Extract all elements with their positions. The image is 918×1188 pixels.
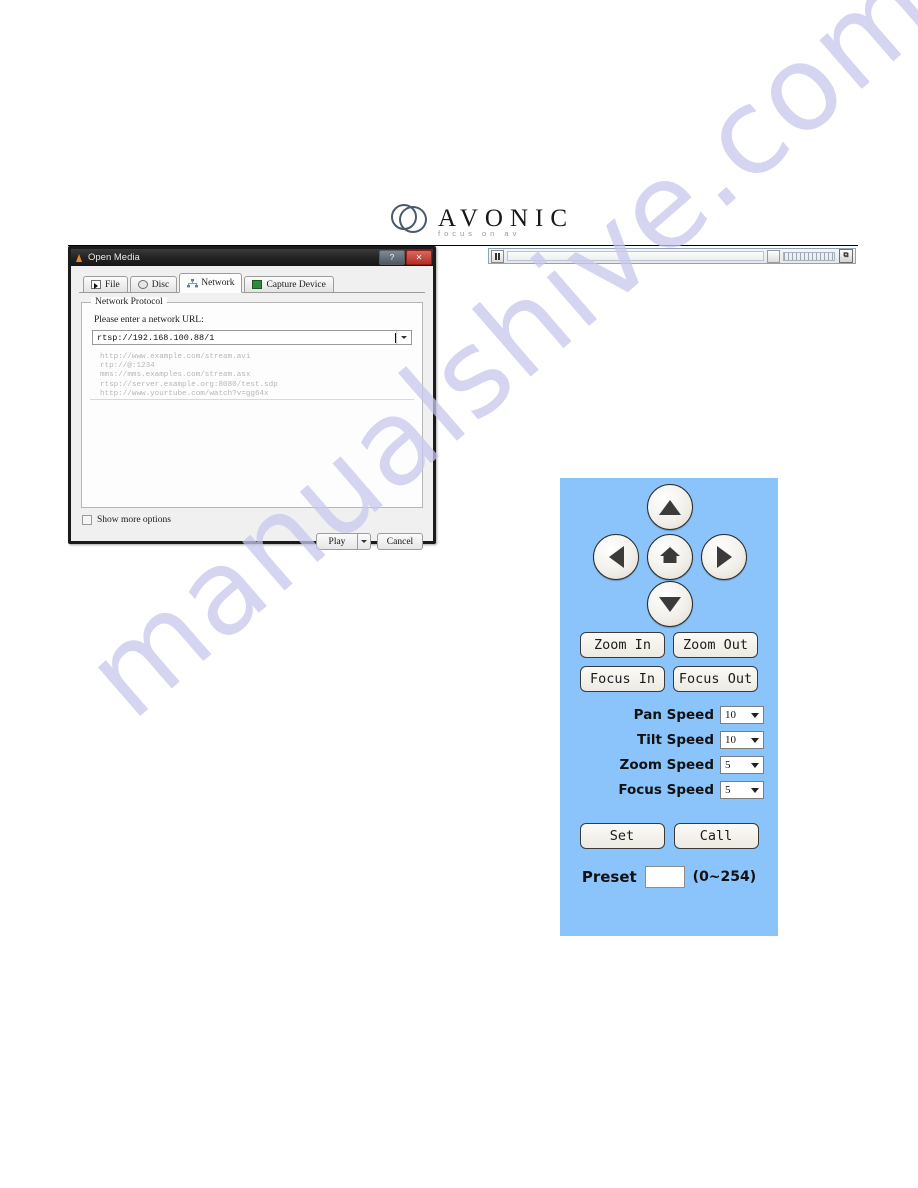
group-spacer: [90, 399, 414, 500]
interlocking-rings-icon: [390, 203, 427, 233]
preset-row: Preset (0~254): [560, 866, 778, 888]
chevron-down-icon[interactable]: [396, 331, 411, 344]
focus-speed-label: Focus Speed: [618, 782, 714, 798]
pan-left-button[interactable]: [593, 534, 639, 580]
tab-disc-label: Disc: [151, 279, 170, 290]
tilt-speed-value: 10: [725, 734, 736, 746]
tab-disc[interactable]: Disc: [129, 276, 178, 292]
help-button[interactable]: ?: [379, 250, 405, 265]
dialog-title: Open Media: [88, 252, 140, 263]
seek-slider[interactable]: [507, 251, 764, 261]
network-protocol-group: Network Protocol Please enter a network …: [81, 297, 423, 508]
volume-slider[interactable]: [783, 251, 835, 261]
focus-speed-select[interactable]: 5: [720, 781, 764, 799]
fullscreen-button[interactable]: ⧉: [839, 249, 853, 263]
ptz-control-panel: Zoom In Zoom Out Focus In Focus Out Pan …: [560, 478, 778, 936]
close-button[interactable]: ✕: [406, 250, 432, 265]
open-media-dialog: Open Media ? ✕ File Disc Network Capture…: [68, 246, 436, 550]
disc-icon: [137, 280, 148, 289]
url-example: rtsp://server.example.org:8080/test.sdp: [100, 380, 278, 389]
capture-device-icon: [252, 280, 263, 289]
zoom-speed-row: Zoom Speed 5: [560, 756, 764, 774]
page-watermark: manualshive.com: [0, 0, 918, 1188]
chevron-down-icon: [751, 787, 759, 793]
pan-right-button[interactable]: [701, 534, 747, 580]
focus-speed-value: 5: [725, 784, 731, 796]
url-example: rtp://@:1234: [100, 362, 155, 371]
show-more-options-checkbox[interactable]: [82, 515, 92, 525]
tilt-speed-row: Tilt Speed 10: [560, 731, 764, 749]
pan-speed-label: Pan Speed: [633, 707, 714, 723]
triangle-up-icon: [659, 499, 681, 515]
preset-range-hint: (0~254): [692, 869, 757, 885]
pan-speed-select[interactable]: 10: [720, 706, 764, 724]
tilt-speed-label: Tilt Speed: [637, 732, 714, 748]
mute-icon[interactable]: [767, 249, 780, 263]
avonic-logo: AVONIC focus on av: [390, 203, 574, 238]
chevron-down-icon: [751, 712, 759, 718]
focus-button-row: Focus In Focus Out: [560, 666, 778, 692]
dialog-titlebar[interactable]: Open Media ? ✕: [71, 249, 433, 266]
set-button[interactable]: Set: [579, 823, 665, 849]
url-example: http://www.example.com/stream.avi: [100, 353, 251, 361]
show-more-options-label: Show more options: [97, 515, 171, 525]
media-source-tabs: File Disc Network Capture Device: [79, 272, 425, 293]
tab-file[interactable]: File: [83, 276, 128, 292]
ptz-dpad: [589, 484, 749, 627]
url-examples-list: http://www.example.com/stream.avi rtp://…: [100, 353, 412, 399]
pan-up-button[interactable]: [647, 484, 693, 530]
zoom-speed-value: 5: [725, 759, 731, 771]
chevron-down-icon: [751, 737, 759, 743]
brand-tagline: focus on av: [438, 229, 521, 238]
tab-capture-device[interactable]: Capture Device: [244, 276, 334, 292]
chevron-down-icon: [751, 762, 759, 768]
zoom-in-button[interactable]: Zoom In: [580, 632, 665, 658]
speed-settings: Pan Speed 10 Tilt Speed 10 Zoom Speed 5 …: [560, 706, 778, 799]
dialog-action-buttons: Play Cancel: [79, 533, 425, 550]
call-button[interactable]: Call: [673, 823, 759, 849]
pan-speed-row: Pan Speed 10: [560, 706, 764, 724]
chevron-down-icon[interactable]: [358, 533, 371, 550]
media-player-toolbar: ⧉: [488, 248, 856, 264]
triangle-right-icon: [716, 546, 732, 568]
dialog-body: File Disc Network Capture Device Network…: [71, 266, 433, 550]
preset-label: Preset: [581, 868, 637, 886]
zoom-speed-select[interactable]: 5: [720, 756, 764, 774]
play-button[interactable]: Play: [316, 533, 358, 550]
zoom-speed-label: Zoom Speed: [619, 757, 714, 773]
url-example: mms://mms.examples.com/stream.asx: [100, 371, 251, 380]
focus-in-button[interactable]: Focus In: [580, 666, 665, 692]
tab-network-label: Network: [201, 278, 235, 288]
triangle-left-icon: [608, 546, 624, 568]
url-field-label: Please enter a network URL:: [94, 315, 204, 325]
preset-input[interactable]: [644, 866, 685, 888]
brand-wordmark: AVONIC: [438, 204, 574, 232]
home-icon: [659, 545, 681, 570]
pan-speed-value: 10: [725, 709, 736, 721]
pause-button[interactable]: [491, 249, 504, 263]
cancel-button[interactable]: Cancel: [377, 533, 423, 550]
preset-action-row: Set Call: [560, 823, 778, 849]
network-url-combobox[interactable]: rtsp://192.168.100.88/1: [92, 330, 412, 345]
vlc-cone-icon: [75, 253, 84, 262]
show-more-options-row[interactable]: Show more options: [82, 515, 425, 525]
group-title: Network Protocol: [91, 297, 167, 307]
zoom-button-row: Zoom In Zoom Out: [560, 632, 778, 658]
tab-file-label: File: [105, 279, 120, 290]
file-icon: [91, 280, 101, 289]
network-url-input[interactable]: rtsp://192.168.100.88/1: [93, 333, 394, 343]
focus-out-button[interactable]: Focus Out: [673, 666, 758, 692]
tab-network[interactable]: Network: [179, 273, 243, 293]
pan-down-button[interactable]: [647, 581, 693, 627]
play-split-button[interactable]: Play: [316, 533, 371, 550]
network-icon: [187, 278, 199, 288]
triangle-down-icon: [659, 596, 681, 612]
tilt-speed-select[interactable]: 10: [720, 731, 764, 749]
url-example: http://www.yourtube.com/watch?v=gg64x: [100, 389, 269, 398]
zoom-out-button[interactable]: Zoom Out: [673, 632, 758, 658]
tab-capture-device-label: Capture Device: [266, 279, 326, 290]
focus-speed-row: Focus Speed 5: [560, 781, 764, 799]
home-button[interactable]: [647, 534, 693, 580]
